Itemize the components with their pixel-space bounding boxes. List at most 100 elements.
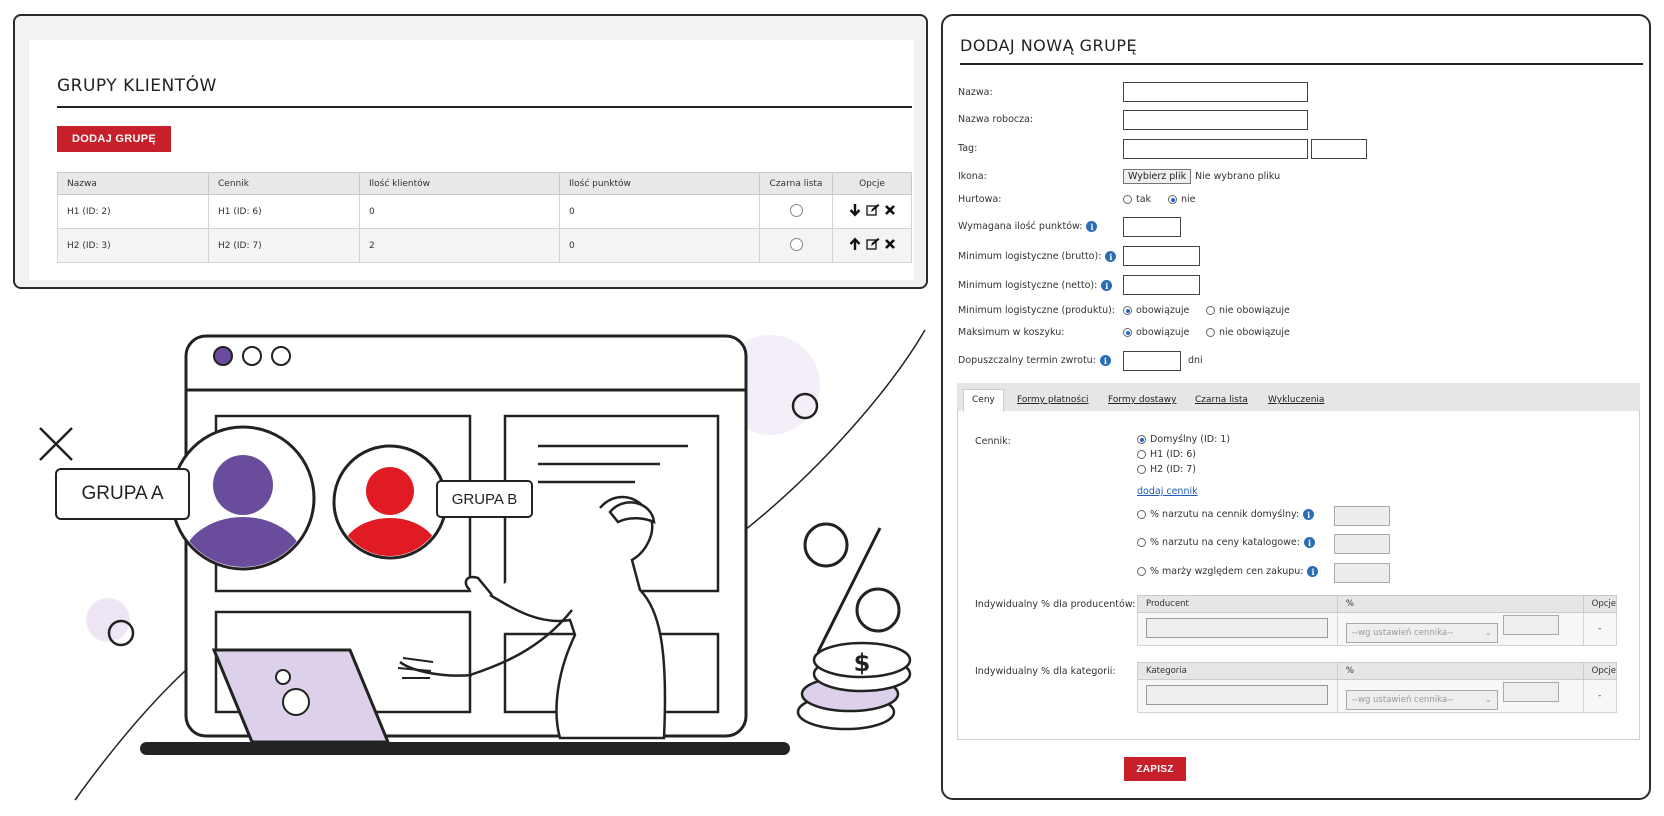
producer-input[interactable] (1146, 617, 1328, 638)
col-percent: % (1336, 662, 1584, 680)
categories-header: Kategoria % Opcje (1137, 662, 1618, 680)
producers-table: Producent % Opcje --wg ustawień cennika-… (1137, 595, 1618, 646)
min-product-not-applies[interactable]: nie obowiązuje (1206, 305, 1290, 316)
markup-catalog-label: % narzutu na ceny katalogowe: (1150, 537, 1300, 548)
margin-purchase-option[interactable]: % marży względem cen zakupu: i (1137, 566, 1319, 577)
applies-label: obowiązuje (1136, 305, 1190, 316)
markup-default-input[interactable] (1334, 506, 1390, 526)
radio-selected-icon (1123, 306, 1132, 315)
tab-blacklist[interactable]: Czarna lista (1195, 395, 1248, 405)
radio-selected-icon (1123, 328, 1132, 337)
label-work-name: Nazwa robocza: (958, 114, 1034, 125)
margin-purchase-label: % marży względem cen zakupu: (1150, 566, 1304, 577)
delete-icon[interactable] (884, 204, 896, 216)
percent-value-input[interactable] (1502, 615, 1559, 635)
arrow-up-icon[interactable] (848, 237, 862, 251)
info-icon[interactable]: i (1307, 566, 1319, 577)
radio-selected-icon (1168, 195, 1177, 204)
markup-default-option[interactable]: % narzutu na cennik domyślny: i (1137, 509, 1315, 520)
blacklist-radio[interactable] (789, 203, 803, 217)
markup-catalog-input[interactable] (1334, 534, 1390, 554)
applies-label: obowiązuje (1136, 327, 1190, 338)
tag-input[interactable] (1123, 139, 1308, 159)
add-pricelist-link[interactable]: dodaj cennik (1137, 486, 1198, 497)
dollar-icon: $ (853, 649, 871, 677)
percent-select[interactable]: --wg ustawień cennika-- ⌄ (1345, 623, 1498, 643)
min-gross-text: Minimum logistyczne (brutto): (958, 251, 1102, 262)
edit-icon[interactable] (866, 237, 880, 251)
col-pricelist: Cennik (208, 172, 360, 195)
tag-extra-input[interactable] (1311, 139, 1367, 159)
cell-clients: 2 (359, 228, 560, 263)
min-product-applies[interactable]: obowiązuje (1123, 305, 1189, 316)
category-input[interactable] (1146, 684, 1328, 705)
category-cell (1137, 679, 1338, 713)
required-points-text: Wymagana ilość punktów: (958, 221, 1083, 232)
pricelist-option-default[interactable]: Domyślny (ID: 1) (1137, 434, 1230, 445)
desk (140, 742, 790, 755)
cell-blacklist (759, 228, 833, 263)
max-cart-not-applies[interactable]: nie obowiązuje (1206, 327, 1290, 338)
radio-selected-icon (1137, 435, 1146, 444)
min-net-input[interactable] (1123, 275, 1200, 295)
wholesale-option-yes[interactable]: tak (1123, 194, 1151, 205)
label-min-gross: Minimum logistyczne (brutto): i (958, 251, 1117, 262)
table-row: H1 (ID: 2) H1 (ID: 6) 0 0 (57, 194, 912, 229)
radio-icon (1137, 465, 1146, 474)
blacklist-radio[interactable] (789, 237, 803, 251)
info-icon[interactable]: i (1303, 509, 1315, 520)
edit-icon[interactable] (866, 203, 880, 217)
select-placeholder: --wg ustawień cennika-- (1351, 628, 1454, 638)
work-name-input[interactable] (1123, 110, 1308, 130)
delete-icon[interactable] (884, 238, 896, 250)
info-icon[interactable]: i (1099, 355, 1111, 366)
tab-prices[interactable]: Ceny (963, 389, 1004, 412)
info-icon[interactable]: i (1105, 251, 1117, 262)
arrow-down-icon[interactable] (848, 203, 862, 217)
col-producer: Producent (1137, 595, 1338, 613)
wholesale-option-no[interactable]: nie (1168, 194, 1196, 205)
pricelist-option-h2[interactable]: H2 (ID: 7) (1137, 464, 1196, 475)
radio-icon (1206, 328, 1215, 337)
min-gross-input[interactable] (1123, 246, 1200, 266)
group-b-label: GRUPA B (436, 480, 533, 518)
choose-file-button[interactable]: Wybierz plik (1123, 169, 1192, 184)
percent-value-input[interactable] (1502, 682, 1559, 702)
table-row: H2 (ID: 3) H2 (ID: 7) 2 0 (57, 228, 912, 263)
tab-exclusions[interactable]: Wykluczenia (1268, 395, 1324, 405)
cell-name: H2 (ID: 3) (57, 228, 209, 263)
info-icon[interactable]: i (1086, 221, 1098, 232)
label-min-product: Minimum logistyczne (produktu): (958, 305, 1116, 316)
cell-points: 0 (559, 228, 760, 263)
return-term-input[interactable] (1123, 351, 1181, 371)
save-button[interactable]: ZAPISZ (1124, 757, 1186, 781)
info-icon[interactable]: i (1101, 280, 1113, 291)
add-group-button[interactable]: DODAJ GRUPĘ (57, 126, 171, 152)
markup-catalog-option[interactable]: % narzutu na ceny katalogowe: i (1137, 537, 1315, 548)
form-title: DODAJ NOWĄ GRUPĘ (960, 36, 1138, 55)
pricelist-h1-label: H1 (ID: 6) (1150, 449, 1197, 460)
tab-delivery-forms[interactable]: Formy dostawy (1108, 395, 1177, 405)
label-max-cart: Maksimum w koszyku: (958, 327, 1065, 338)
max-cart-applies[interactable]: obowiązuje (1123, 327, 1189, 338)
radio-icon (1137, 567, 1146, 576)
margin-purchase-input[interactable] (1334, 563, 1390, 583)
required-points-input[interactable] (1123, 217, 1181, 237)
pricelist-option-h1[interactable]: H1 (ID: 6) (1137, 449, 1196, 460)
col-points: Ilość punktów (559, 172, 760, 195)
form-title-divider (960, 63, 1643, 65)
percent-dot (855, 587, 901, 633)
info-icon[interactable]: i (1303, 537, 1315, 548)
select-placeholder: --wg ustawień cennika-- (1351, 695, 1454, 705)
chevron-down-icon: ⌄ (1484, 695, 1492, 705)
groups-panel-body: GRUPY KLIENTÓW DODAJ GRUPĘ Nazwa Cennik … (29, 40, 914, 280)
label-return-term: Dopuszczalny termin zwrotu: i (958, 355, 1111, 366)
col-clients: Ilość klientów (359, 172, 560, 195)
label-icon: Ikona: (958, 171, 987, 182)
cell-blacklist (759, 194, 833, 229)
name-input[interactable] (1123, 82, 1308, 102)
tab-payment-forms[interactable]: Formy płatności (1017, 395, 1089, 405)
col-name: Nazwa (57, 172, 209, 195)
percent-select[interactable]: --wg ustawień cennika-- ⌄ (1345, 690, 1498, 710)
col-blacklist: Czarna lista (759, 172, 833, 195)
